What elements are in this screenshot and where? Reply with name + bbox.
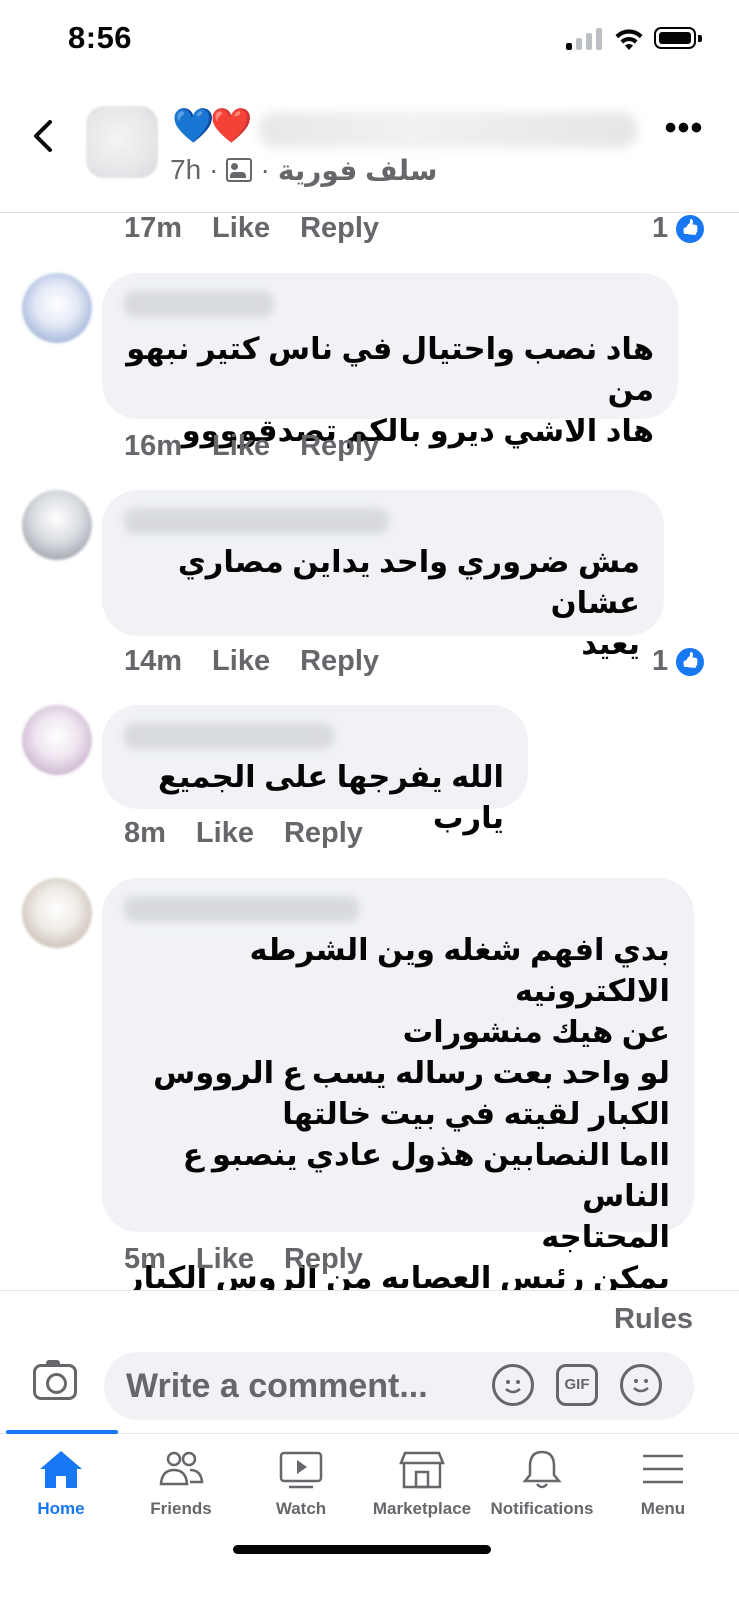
comment-time: 16m [124,430,183,462]
reply-button[interactable]: Reply [300,212,379,245]
emoji-icon[interactable] [620,1364,662,1406]
more-options-icon[interactable]: ••• [664,111,704,148]
commenter-avatar[interactable] [22,878,92,948]
like-button[interactable]: Like [212,430,270,463]
friends-icon [159,1451,204,1486]
comment-actions: 8m Like Reply [124,817,363,850]
poster-name-blurred[interactable] [258,112,638,148]
tab-friends[interactable]: Friends [120,1440,242,1530]
comment-time: 14m [124,645,183,677]
tab-label: Marketplace [372,1499,472,1518]
group-avatar[interactable] [86,106,158,178]
commenter-name-blurred[interactable] [124,291,274,317]
post-meta: 7h · · سلف فورية [170,150,440,190]
reply-button[interactable]: Reply [300,645,379,678]
reply-button[interactable]: Reply [284,817,363,850]
commenter-name-blurred[interactable] [124,508,389,534]
watch-icon [279,1451,323,1489]
comment-actions: 17m Like Reply [124,212,379,245]
comment-time: 17m [124,212,183,244]
avatar-sticker-icon[interactable] [492,1364,534,1406]
commenter-avatar[interactable] [22,273,92,343]
like-reaction-icon [674,212,707,245]
rules-link[interactable]: Rules [614,1303,693,1336]
comment-actions: 5m Like Reply [124,1243,363,1276]
comment-bubble[interactable]: مش ضروري واحد يداين مصاري عشان يعيد [102,490,664,661]
bell-icon [522,1450,562,1489]
tab-home[interactable]: Home [0,1440,122,1530]
commenter-name-blurred[interactable] [124,896,359,922]
tab-label: Friends [150,1499,212,1518]
meta-separator: · [260,154,270,185]
commenter-avatar[interactable] [22,705,92,775]
comment-bubble[interactable]: هاد نصب واحتيال في ناس كتير نبهو من هاد … [102,273,678,448]
home-indicator [233,1545,491,1554]
comment-actions: 16m Like Reply [124,430,379,463]
menu-icon [643,1454,683,1484]
comment-bubble[interactable]: الله يفرجها على الجميع يارب [102,705,528,835]
reply-button[interactable]: Reply [284,1243,363,1276]
comment-input[interactable] [104,1352,694,1420]
reaction-number: 1 [652,212,669,244]
commenter-name-blurred[interactable] [124,723,334,749]
home-icon [40,1451,82,1488]
tab-label: Menu [640,1499,686,1518]
reply-button[interactable]: Reply [300,430,379,463]
reaction-count[interactable]: 1 [652,645,707,678]
post-age: 7h [170,154,202,185]
like-button[interactable]: Like [212,212,270,245]
group-name[interactable]: سلف فورية [278,154,438,187]
reaction-count[interactable]: 1 [652,212,707,245]
reaction-number: 1 [652,645,669,677]
poster-name-hearts: 💙❤️ [172,107,253,145]
wifi-icon [615,29,643,50]
back-chevron-icon[interactable] [28,118,58,154]
like-reaction-icon [674,645,707,678]
tab-notifications[interactable]: Notifications [481,1440,603,1530]
comment-actions: 14m Like Reply [124,645,379,678]
active-tab-indicator [6,1430,118,1434]
like-button[interactable]: Like [196,817,254,850]
comment-bubble[interactable]: بدي افهم شغله وين الشرطه الالكترونيه عن … [102,878,694,1295]
tab-label: Home [37,1499,85,1518]
tab-label: Watch [275,1499,327,1518]
camera-icon[interactable] [33,1360,77,1400]
tab-label: Notifications [490,1499,594,1518]
meta-separator: · [209,154,219,185]
cellular-signal-icon [566,28,602,50]
tab-menu[interactable]: Menu [602,1440,724,1530]
tab-watch[interactable]: Watch [240,1440,362,1530]
like-button[interactable]: Like [196,1243,254,1276]
marketplace-icon [399,1451,445,1489]
comment-time: 8m [124,817,166,849]
commenter-avatar[interactable] [22,490,92,560]
group-icon [226,158,253,182]
gif-icon[interactable]: GIF [556,1364,598,1406]
like-button[interactable]: Like [212,645,270,678]
tab-marketplace[interactable]: Marketplace [361,1440,483,1530]
comment-time: 5m [124,1243,166,1275]
battery-icon [654,27,702,49]
status-time: 8:56 [68,20,133,55]
